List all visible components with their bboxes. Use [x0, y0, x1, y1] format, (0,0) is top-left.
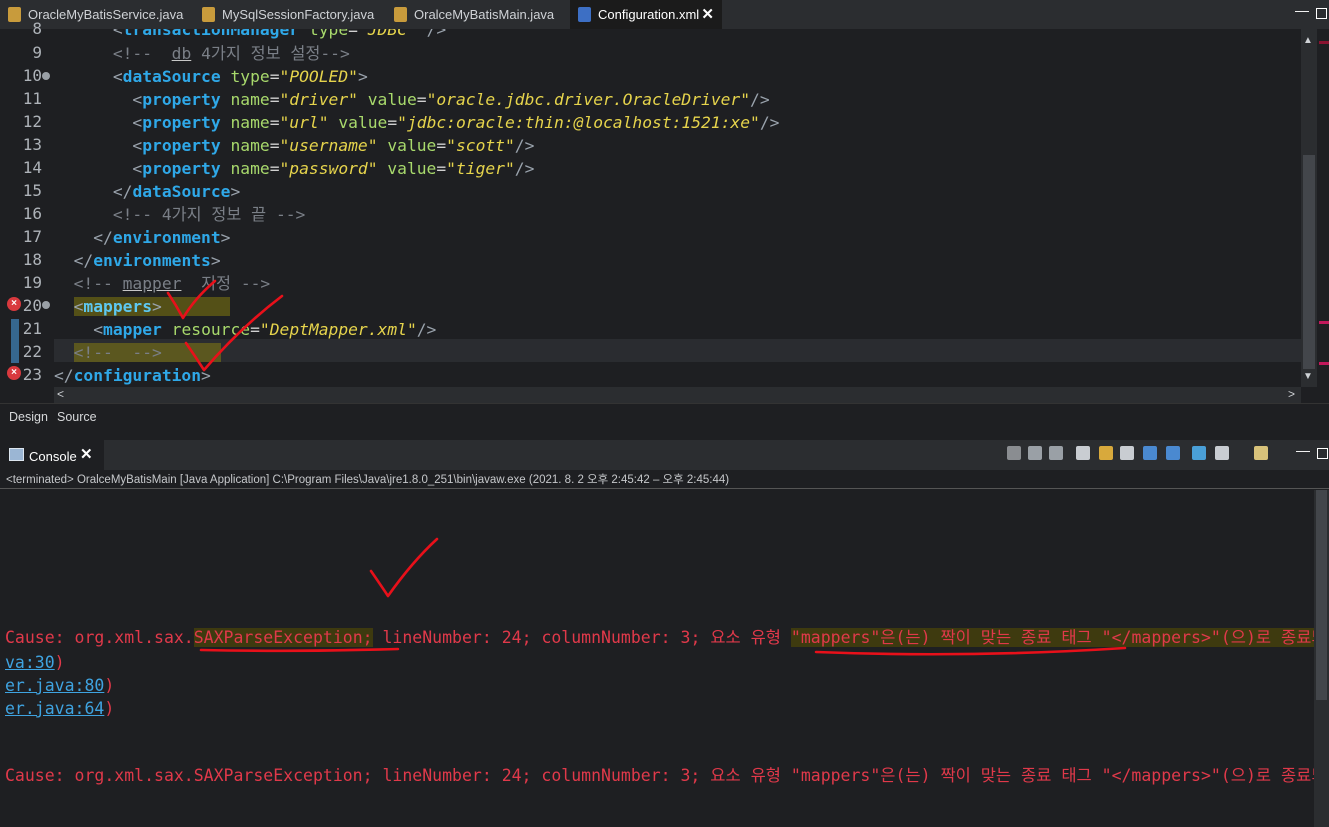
java-file-icon	[202, 7, 215, 22]
editor-tab-bar: OracleMyBatisService.java MySqlSessionFa…	[0, 0, 1329, 29]
code-line-20: <mappers>	[54, 295, 231, 318]
line-number: 15	[22, 181, 42, 200]
tab-oralcemybatismain[interactable]: OralceMyBatisMain.java	[386, 0, 566, 29]
console-title: Console	[29, 449, 77, 464]
java-file-icon	[394, 7, 407, 22]
line-number: 18	[22, 250, 42, 269]
fold-icon[interactable]	[42, 301, 50, 309]
code-line-19: <!-- mapper 지정 -->	[73, 274, 271, 293]
stacktrace-link[interactable]: er.java:64	[5, 699, 104, 718]
stacktrace-link[interactable]: er.java:80	[5, 676, 104, 695]
minimize-icon[interactable]: —	[1295, 2, 1309, 18]
code-line-16: <!-- 4가지 정보 끝 -->	[112, 205, 306, 224]
line-number: 10	[22, 66, 42, 85]
close-icon[interactable]: ✕	[701, 0, 714, 30]
console-view-header: Console ✕ —	[0, 440, 1329, 470]
line-number: 16	[22, 204, 42, 223]
tab-design[interactable]: Design	[9, 410, 48, 424]
xml-file-icon	[578, 7, 591, 22]
editor-horizontal-scrollbar[interactable]: < >	[54, 387, 1301, 403]
code-line-17: </environment>	[93, 228, 231, 247]
code-line-9: <!-- db 4가지 정보 설정-->	[112, 44, 350, 63]
console-line: Cause: org.xml.sax.SAXParseException; li…	[5, 626, 1314, 649]
overview-ruler[interactable]	[1317, 29, 1329, 387]
code-line-13: <property name="username" value="scott"/…	[132, 136, 535, 155]
code-line-22: <!-- -->	[54, 341, 221, 364]
line-number: 22	[22, 342, 42, 361]
scrollbar-thumb[interactable]	[1316, 490, 1327, 700]
line-number-gutter: 8 9 10 11 12 13 14 15 16 17 18 19 × 20 2…	[0, 19, 54, 387]
console-vertical-scrollbar[interactable]	[1314, 490, 1329, 827]
minimize-icon[interactable]: —	[1296, 442, 1310, 458]
current-line-highlight	[54, 339, 1301, 362]
code-area[interactable]: <transactionManager type="JDBC" /> <!-- …	[54, 29, 1301, 387]
line-number: 19	[22, 273, 42, 292]
maximize-icon[interactable]	[1317, 448, 1328, 459]
console-output[interactable]: Cause: org.xml.sax.SAXParseException; li…	[0, 490, 1314, 827]
xml-editor[interactable]: 8 9 10 11 12 13 14 15 16 17 18 19 × 20 2…	[0, 19, 1329, 403]
pin-console-icon[interactable]	[1192, 446, 1206, 460]
line-number: 8	[32, 19, 42, 38]
remove-launch-icon[interactable]	[1028, 446, 1042, 460]
tab-console[interactable]: Console ✕	[0, 440, 104, 470]
code-line-23: </configuration>	[54, 366, 211, 385]
tab-label: OralceMyBatisMain.java	[414, 7, 555, 22]
code-line-10: <dataSource type="POOLED">	[112, 67, 368, 86]
display-selected-console-icon[interactable]	[1215, 446, 1229, 460]
line-number: 9	[32, 43, 42, 62]
tab-configuration-xml[interactable]: Configuration.xml ✕	[570, 0, 722, 29]
line-number: 21	[22, 319, 42, 338]
line-number: 23	[22, 365, 42, 384]
tab-source[interactable]: Source	[57, 410, 97, 424]
console-line: Cause: org.xml.sax.SAXParseException; li…	[5, 766, 1314, 785]
show-on-stdout-icon[interactable]	[1143, 446, 1157, 460]
line-number: 13	[22, 135, 42, 154]
line-number: 14	[22, 158, 42, 177]
remove-all-terminated-icon[interactable]	[1049, 446, 1063, 460]
console-line: er.java:64)	[5, 699, 115, 718]
code-line-14: <property name="password" value="tiger"/…	[132, 159, 535, 178]
code-line-8: <transactionManager type="JDBC" />	[112, 29, 447, 39]
line-number: 17	[22, 227, 42, 246]
terminate-icon[interactable]	[1007, 446, 1021, 460]
code-line-15: </dataSource>	[112, 182, 241, 201]
scroll-up-icon[interactable]: ▲	[1303, 35, 1313, 46]
console-status-line: <terminated> OralceMyBatisMain [Java App…	[0, 470, 1329, 489]
scroll-right-icon[interactable]: >	[1288, 387, 1295, 401]
tab-mysqlsessionfactory[interactable]: MySqlSessionFactory.java	[194, 0, 386, 29]
tab-label: OracleMyBatisService.java	[28, 7, 184, 22]
word-wrap-icon[interactable]	[1120, 446, 1134, 460]
scrollbar-thumb[interactable]	[1303, 155, 1315, 369]
line-number: 12	[22, 112, 42, 131]
show-on-stderr-icon[interactable]	[1166, 446, 1180, 460]
tab-label: Configuration.xml	[598, 7, 700, 22]
line-number: 11	[22, 89, 42, 108]
code-line-12: <property name="url" value="jdbc:oracle:…	[132, 113, 780, 132]
stacktrace-link[interactable]: va:30	[5, 653, 55, 672]
editor-vertical-scrollbar[interactable]: ▲ ▼	[1301, 29, 1317, 387]
error-marker[interactable]	[1319, 41, 1329, 44]
clear-console-icon[interactable]	[1076, 446, 1090, 460]
maximize-icon[interactable]	[1316, 8, 1327, 19]
code-line-21: <mapper resource="DeptMapper.xml"/>	[93, 320, 437, 339]
scroll-down-icon[interactable]: ▼	[1303, 371, 1313, 382]
console-icon	[9, 448, 24, 461]
scroll-lock-icon[interactable]	[1099, 446, 1113, 460]
console-line: va:30)	[5, 653, 65, 672]
code-line-11: <property name="driver" value="oracle.jd…	[132, 90, 770, 109]
tab-label: MySqlSessionFactory.java	[222, 7, 375, 22]
code-line-18: </environments>	[73, 251, 221, 270]
fold-icon[interactable]	[42, 72, 50, 80]
open-console-icon[interactable]	[1254, 446, 1268, 460]
error-marker[interactable]	[1319, 321, 1329, 324]
scroll-left-icon[interactable]: <	[57, 387, 64, 401]
line-number: 20	[22, 296, 42, 315]
console-line: er.java:80)	[5, 676, 115, 695]
close-icon[interactable]: ✕	[80, 445, 93, 463]
error-marker[interactable]	[1319, 362, 1329, 365]
editor-mode-tabs: Design Source	[0, 403, 1329, 431]
